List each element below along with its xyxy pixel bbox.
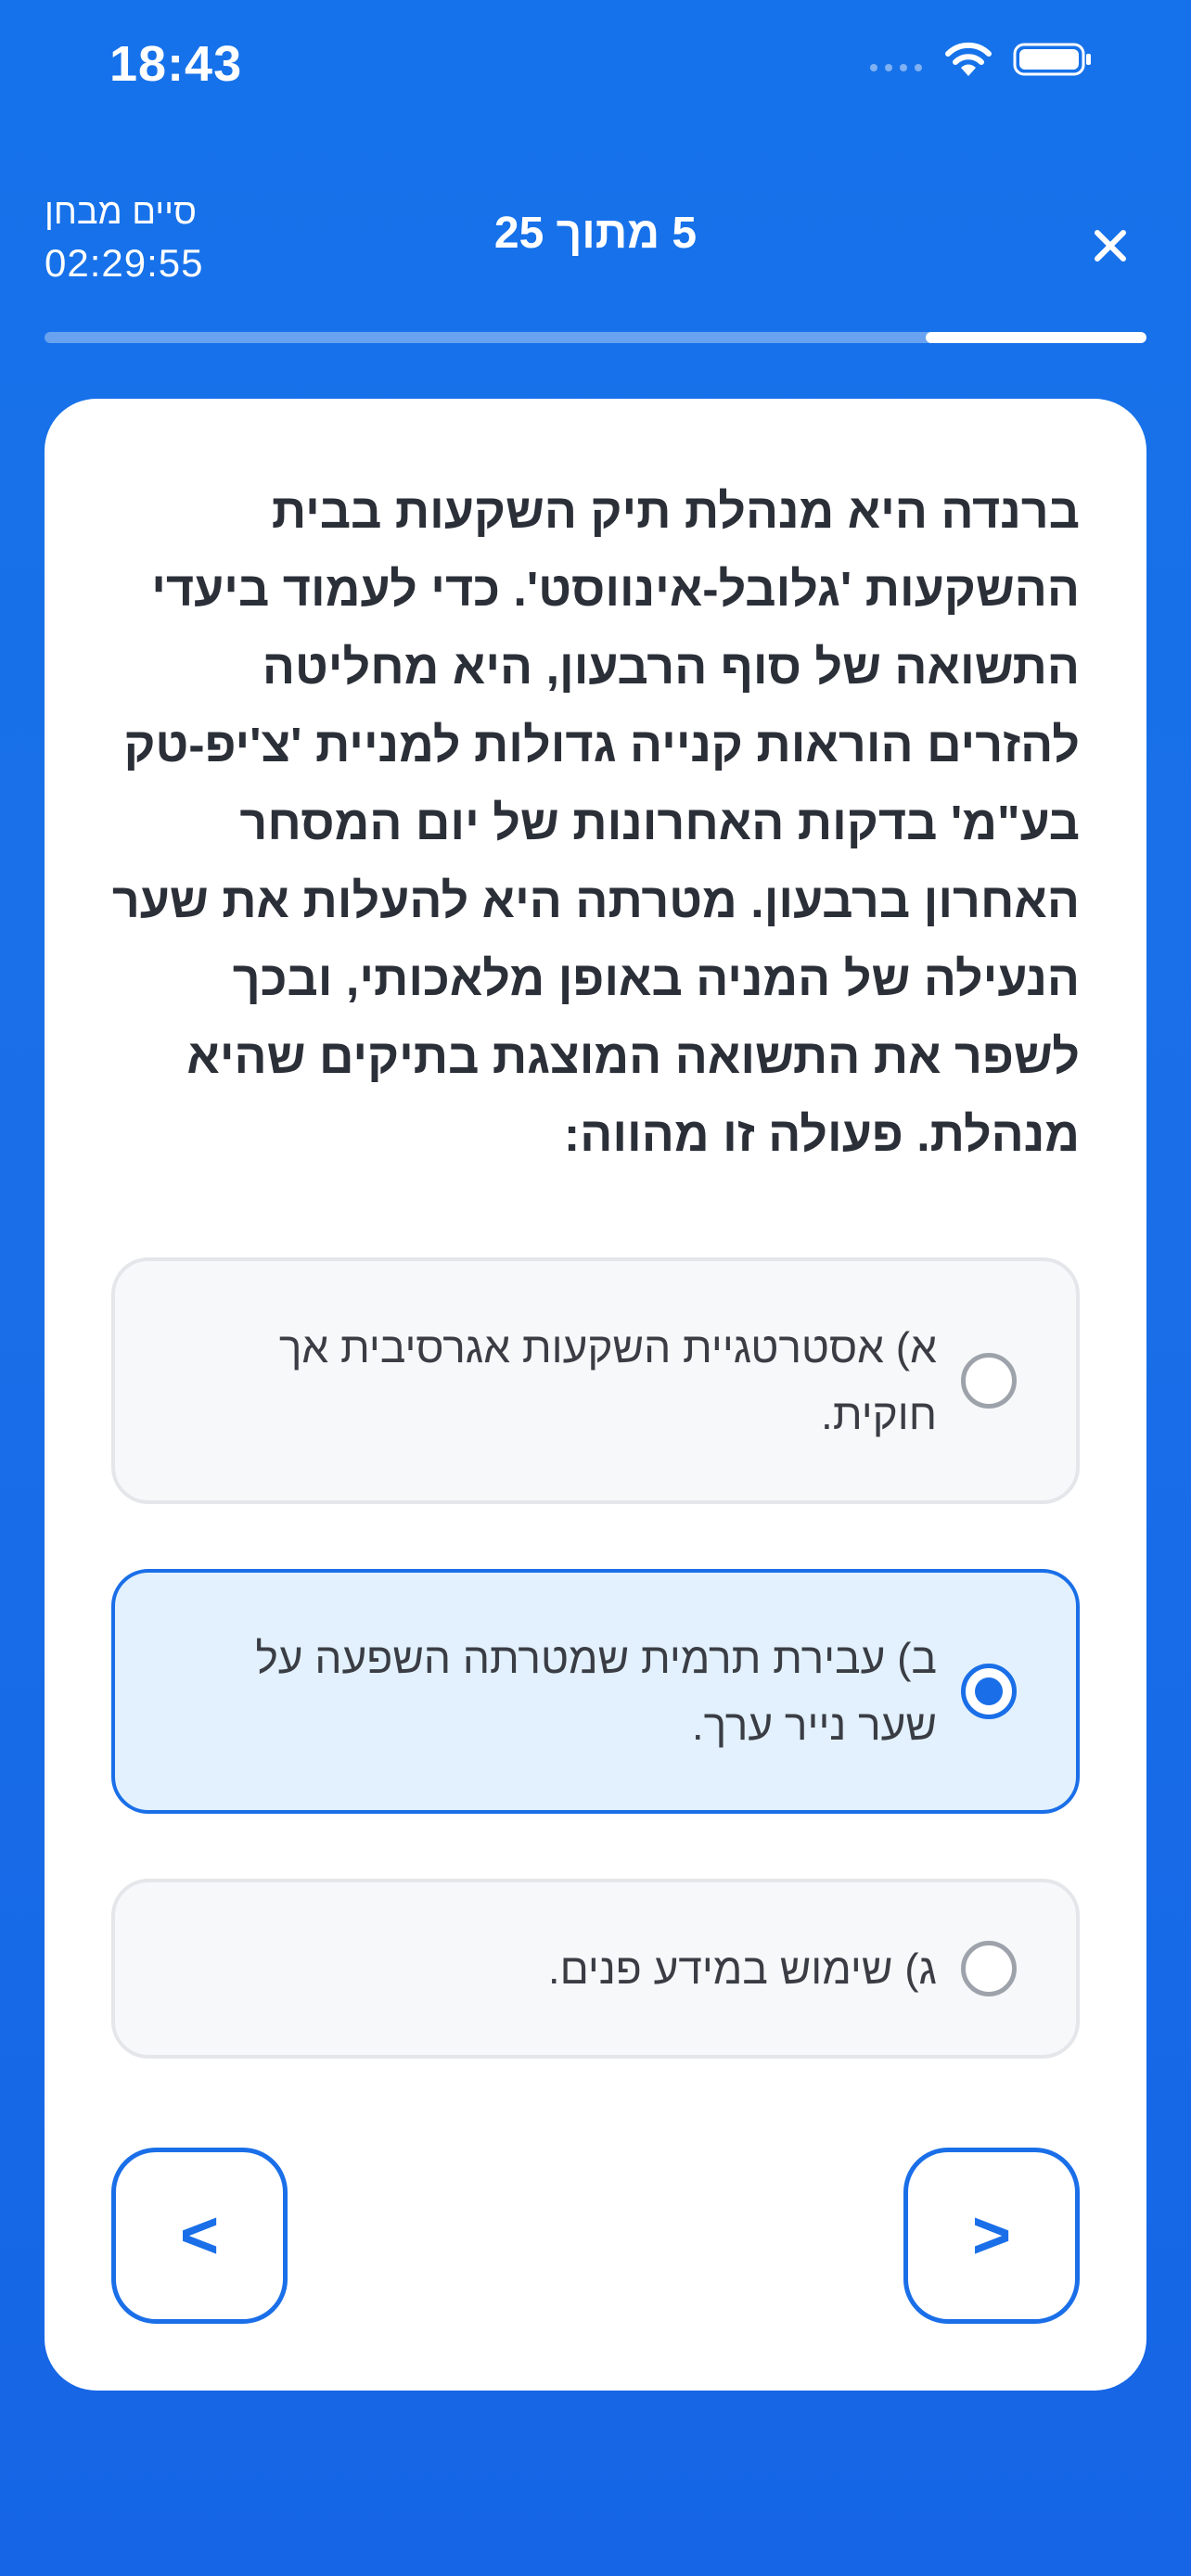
cellular-signal-icon	[870, 64, 922, 71]
radio-button-selected-icon[interactable]	[961, 1664, 1017, 1719]
answer-option-c[interactable]: ג) שימוש במידע פנים.	[111, 1879, 1080, 2059]
status-time: 18:43	[109, 36, 243, 92]
answer-option-label: ג) שימוש במידע פנים.	[547, 1945, 937, 1993]
previous-question-button[interactable]: <	[111, 2148, 288, 2324]
close-icon	[1095, 230, 1126, 261]
answer-option-b[interactable]: ב) עבירת תרמית שמטרתה השפעה על שער נייר …	[111, 1569, 1080, 1814]
question-card: ברנדה היא מנהלת תיק השקעות בבית ההשקעות …	[45, 399, 1146, 2391]
radio-button-icon[interactable]	[961, 1353, 1017, 1409]
answer-option-label: ב) עבירת תרמית שמטרתה השפעה על שער נייר …	[255, 1634, 937, 1749]
close-button[interactable]	[1078, 213, 1143, 278]
status-bar: 18:43	[0, 0, 1191, 130]
progress-bar	[45, 332, 1146, 343]
exam-header: סיים מבחן 02:29:55 5 מתוך 25	[0, 176, 1191, 325]
question-text: ברנדה היא מנהלת תיק השקעות בבית ההשקעות …	[111, 485, 1080, 1162]
chevron-left-icon: <	[179, 2199, 220, 2273]
wifi-icon	[945, 42, 992, 76]
battery-icon	[1013, 43, 1091, 76]
question-progress-text: 5 מתוך 25	[493, 209, 698, 258]
next-question-button[interactable]: >	[903, 2148, 1080, 2324]
answer-option-a[interactable]: א) אסטרטגיית השקעות אגרסיבית אך חוקית.	[111, 1257, 1080, 1504]
radio-button-icon[interactable]	[961, 1941, 1017, 1996]
answer-option-label: א) אסטרטגיית השקעות אגרסיבית אך חוקית.	[278, 1323, 937, 1438]
chevron-right-icon: >	[971, 2199, 1012, 2273]
status-icons	[868, 41, 1093, 78]
progress-bar-fill	[926, 332, 1146, 343]
